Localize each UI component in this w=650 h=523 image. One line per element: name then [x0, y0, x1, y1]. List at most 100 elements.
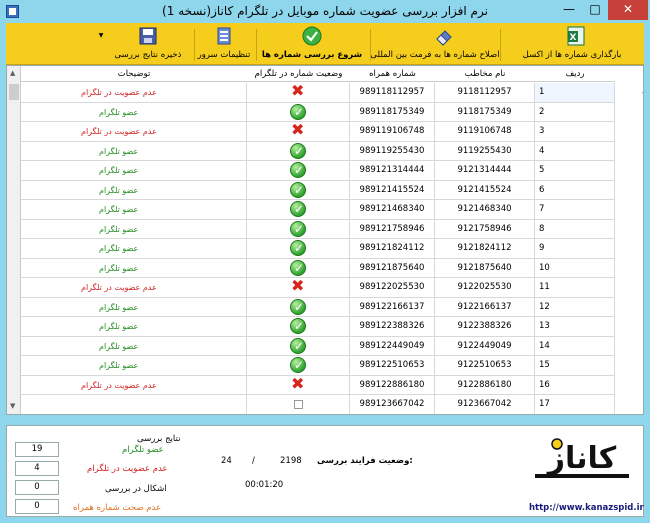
cell-row-number[interactable]: 17: [535, 395, 615, 414]
cell-telegram-status[interactable]: [247, 141, 350, 161]
cell-phone[interactable]: 989122025530: [350, 278, 435, 298]
cell-row-number[interactable]: 12: [535, 297, 615, 317]
cell-row-number[interactable]: 16: [535, 375, 615, 395]
header-name[interactable]: نام مخاطب: [435, 66, 535, 82]
cell-contact-name[interactable]: 9121314444: [435, 161, 535, 181]
cell-contact-name[interactable]: 9121758946: [435, 219, 535, 239]
header-phone[interactable]: شماره همراه: [350, 66, 435, 82]
cell-description[interactable]: عضو تلگرام: [21, 297, 247, 317]
cell-telegram-status[interactable]: [247, 317, 350, 337]
cell-phone[interactable]: 989121824112: [350, 239, 435, 259]
maximize-button[interactable]: □: [582, 0, 608, 20]
cell-phone[interactable]: 989121468340: [350, 200, 435, 220]
cell-row-number[interactable]: 13: [535, 317, 615, 337]
cell-row-number[interactable]: 3: [535, 122, 615, 142]
cell-description[interactable]: عضو تلگرام: [21, 317, 247, 337]
server-settings-button[interactable]: تنظیمات سرور: [196, 25, 252, 63]
cell-telegram-status[interactable]: [247, 180, 350, 200]
cell-description[interactable]: [21, 395, 247, 414]
cell-row-number[interactable]: 1: [535, 83, 615, 103]
cell-telegram-status[interactable]: [247, 297, 350, 317]
cell-telegram-status[interactable]: [247, 336, 350, 356]
cell-contact-name[interactable]: 9119255430: [435, 141, 535, 161]
close-button[interactable]: ✕: [608, 0, 648, 20]
cell-contact-name[interactable]: 9118175349: [435, 102, 535, 122]
scroll-up-icon[interactable]: ▲: [10, 69, 15, 77]
cell-contact-name[interactable]: 9118112957: [435, 83, 535, 103]
cell-description[interactable]: عدم عضویت در تلگرام: [21, 375, 247, 395]
cell-phone[interactable]: 989123667042: [350, 395, 435, 414]
cell-description[interactable]: عدم عضویت در تلگرام: [21, 122, 247, 142]
cell-contact-name[interactable]: 9122449049: [435, 336, 535, 356]
cell-row-number[interactable]: 9: [535, 239, 615, 259]
cell-telegram-status[interactable]: [247, 81, 350, 103]
cell-telegram-status[interactable]: [247, 395, 350, 414]
fix-format-button[interactable]: اصلاح شماره ها به فرمت بین المللی: [370, 25, 500, 63]
vertical-scrollbar[interactable]: ▲ ▼: [7, 66, 21, 414]
cell-contact-name[interactable]: 9122510653: [435, 356, 535, 376]
cell-telegram-status[interactable]: [247, 239, 350, 259]
cell-row-number[interactable]: 6: [535, 180, 615, 200]
cell-row-number[interactable]: 15: [535, 356, 615, 376]
cell-row-number[interactable]: 11: [535, 278, 615, 298]
save-results-button[interactable]: ذخیره نتایج بررسی: [106, 25, 190, 63]
title-bar[interactable]: نرم افزار بررسی عضویت شماره موبایل در تل…: [0, 0, 650, 23]
save-dropdown-button[interactable]: ▼: [96, 25, 106, 63]
cell-phone[interactable]: 989118112957: [350, 83, 435, 103]
cell-phone[interactable]: 989122510653: [350, 356, 435, 376]
cell-description[interactable]: عضو تلگرام: [21, 102, 247, 122]
cell-telegram-status[interactable]: [247, 374, 350, 395]
cell-contact-name[interactable]: 9121468340: [435, 200, 535, 220]
cell-description[interactable]: عضو تلگرام: [21, 180, 247, 200]
cell-telegram-status[interactable]: [247, 120, 350, 142]
cell-description[interactable]: عضو تلگرام: [21, 258, 247, 278]
cell-description[interactable]: عضو تلگرام: [21, 219, 247, 239]
start-check-button[interactable]: شروع بررسی شماره ها: [258, 25, 366, 63]
cell-contact-name[interactable]: 9121875640: [435, 258, 535, 278]
cell-description[interactable]: عضو تلگرام: [21, 336, 247, 356]
cell-row-number[interactable]: 8: [535, 219, 615, 239]
cell-telegram-status[interactable]: [247, 161, 350, 181]
cell-phone[interactable]: 989121875640: [350, 258, 435, 278]
cell-row-number[interactable]: 5: [535, 161, 615, 181]
cell-contact-name[interactable]: 9122166137: [435, 297, 535, 317]
numbers-grid[interactable]: ▲ ▼ ردیف نام مخاطب شماره همراه وضعیت شما…: [6, 65, 644, 415]
cell-phone[interactable]: 989121415524: [350, 180, 435, 200]
header-status[interactable]: وضعیت شماره در تلگرام: [247, 66, 350, 82]
cell-contact-name[interactable]: 9121824112: [435, 239, 535, 259]
cell-description[interactable]: عضو تلگرام: [21, 356, 247, 376]
cell-phone[interactable]: 989119106748: [350, 122, 435, 142]
cell-contact-name[interactable]: 9122388326: [435, 317, 535, 337]
cell-phone[interactable]: 989121314444: [350, 161, 435, 181]
cell-phone[interactable]: 989118175349: [350, 102, 435, 122]
scroll-down-icon[interactable]: ▼: [10, 402, 15, 410]
cell-contact-name[interactable]: 9121415524: [435, 180, 535, 200]
cell-contact-name[interactable]: 9122025530: [435, 278, 535, 298]
cell-phone[interactable]: 989121758946: [350, 219, 435, 239]
cell-description[interactable]: عدم عضویت در تلگرام: [21, 83, 247, 103]
cell-row-number[interactable]: 4: [535, 141, 615, 161]
cell-telegram-status[interactable]: [247, 200, 350, 220]
cell-contact-name[interactable]: 9119106748: [435, 122, 535, 142]
cell-contact-name[interactable]: 9122886180: [435, 375, 535, 395]
cell-description[interactable]: عضو تلگرام: [21, 141, 247, 161]
cell-description[interactable]: عضو تلگرام: [21, 161, 247, 181]
cell-telegram-status[interactable]: [247, 219, 350, 239]
cell-row-number[interactable]: 14: [535, 336, 615, 356]
cell-phone[interactable]: 989122388326: [350, 317, 435, 337]
cell-phone[interactable]: 989119255430: [350, 141, 435, 161]
cell-row-number[interactable]: 2: [535, 102, 615, 122]
cell-description[interactable]: عضو تلگرام: [21, 200, 247, 220]
header-description[interactable]: توضیحات: [21, 66, 247, 82]
cell-phone[interactable]: 989122886180: [350, 375, 435, 395]
cell-telegram-status[interactable]: [247, 276, 350, 298]
cell-contact-name[interactable]: 9123667042: [435, 395, 535, 414]
website-link[interactable]: http://www.kanazspid.ir: [529, 503, 644, 513]
header-row[interactable]: ردیف: [535, 66, 615, 82]
cell-description[interactable]: عدم عضویت در تلگرام: [21, 278, 247, 298]
cell-phone[interactable]: 989122166137: [350, 297, 435, 317]
cell-row-number[interactable]: 10: [535, 258, 615, 278]
minimize-button[interactable]: —: [556, 0, 582, 20]
cell-row-number[interactable]: 7: [535, 200, 615, 220]
import-excel-button[interactable]: X بارگذاری شماره ها از اکسل: [502, 25, 642, 63]
